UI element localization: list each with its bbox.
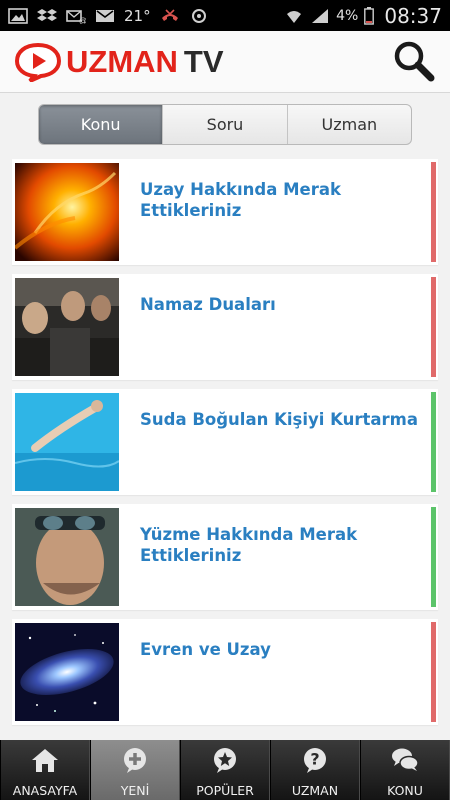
thumbnail-image	[15, 278, 119, 376]
chat-bubbles-icon	[392, 748, 419, 771]
star-icon	[214, 748, 236, 773]
clock-text: 08:37	[384, 3, 442, 28]
plus-icon	[124, 748, 146, 773]
gmail-icon	[96, 9, 114, 22]
list-item[interactable]: Namaz Duaları	[12, 274, 438, 380]
bottom-navigation: ANASAYFA YENİ POPÜLER ? UZMAN KONU	[0, 740, 450, 800]
list-item[interactable]: Suda Boğulan Kişiyi Kurtarma	[12, 389, 438, 495]
thumbnail-image	[15, 393, 119, 491]
app-header: UZMAN TV	[0, 31, 450, 93]
question-icon: ?	[304, 748, 326, 773]
email-icon: @	[66, 9, 86, 24]
thumbnail-image	[15, 623, 119, 721]
app-logo[interactable]: UZMAN TV	[14, 40, 224, 84]
dropbox-icon	[37, 8, 57, 21]
nav-label: KONU	[387, 783, 423, 798]
status-indicator-bar	[431, 162, 436, 262]
status-indicator-bar	[431, 392, 436, 492]
status-bar: @ 21° 4% 08:37	[0, 0, 450, 31]
status-indicator-bar	[431, 622, 436, 722]
gallery-icon	[8, 7, 28, 24]
thumbnail-image	[15, 163, 119, 261]
nav-uzman[interactable]: ? UZMAN	[270, 740, 360, 800]
item-title: Evren ve Uzay	[140, 640, 271, 659]
item-title: Namaz Duaları	[140, 295, 276, 314]
wifi-icon	[287, 10, 302, 23]
item-title: Suda Boğulan Kişiyi Kurtarma	[140, 410, 419, 429]
svg-text:?: ?	[310, 750, 319, 769]
signal-icon	[312, 8, 329, 23]
nav-label: ANASAYFA	[12, 783, 78, 798]
tab-soru[interactable]: Soru	[162, 105, 286, 144]
battery-percent-text: 4%	[336, 7, 359, 24]
tab-konu[interactable]: Konu	[39, 105, 163, 144]
play-bubble-icon	[14, 42, 62, 82]
nav-label: POPÜLER	[196, 783, 254, 798]
temperature-text: 21°	[124, 6, 151, 25]
missed-call-icon	[161, 8, 178, 21]
search-icon[interactable]	[392, 39, 436, 83]
home-icon	[32, 749, 58, 772]
logo-text-uzman: UZMAN	[66, 44, 178, 79]
status-indicator-bar	[431, 507, 436, 607]
nav-label: UZMAN	[291, 783, 339, 798]
item-title: Yüzme Hakkında Merak Ettikleriniz	[140, 525, 358, 565]
status-indicator-bar	[431, 277, 436, 377]
svg-text:@: @	[79, 16, 86, 24]
item-title: Uzay Hakkında Merak Ettikleriniz	[140, 180, 341, 220]
nav-populer[interactable]: POPÜLER	[180, 740, 270, 800]
tab-bar: Konu Soru Uzman	[38, 104, 412, 145]
thumbnail-image	[15, 508, 119, 606]
nav-label: YENİ	[120, 783, 150, 798]
battery-icon	[364, 6, 375, 25]
logo-text-tv: TV	[183, 44, 224, 79]
list-item[interactable]: Uzay Hakkında Merak Ettikleriniz	[12, 159, 438, 265]
sync-icon	[191, 8, 206, 23]
nav-anasayfa[interactable]: ANASAYFA	[0, 740, 90, 800]
list-item[interactable]: Yüzme Hakkında Merak Ettikleriniz	[12, 504, 438, 610]
tab-uzman[interactable]: Uzman	[286, 105, 411, 144]
list-item[interactable]: Evren ve Uzay	[12, 619, 438, 725]
topic-list: Uzay Hakkında Merak Ettikleriniz Namaz D…	[12, 159, 438, 734]
nav-yeni[interactable]: YENİ	[90, 740, 180, 800]
nav-konu[interactable]: KONU	[360, 740, 450, 800]
